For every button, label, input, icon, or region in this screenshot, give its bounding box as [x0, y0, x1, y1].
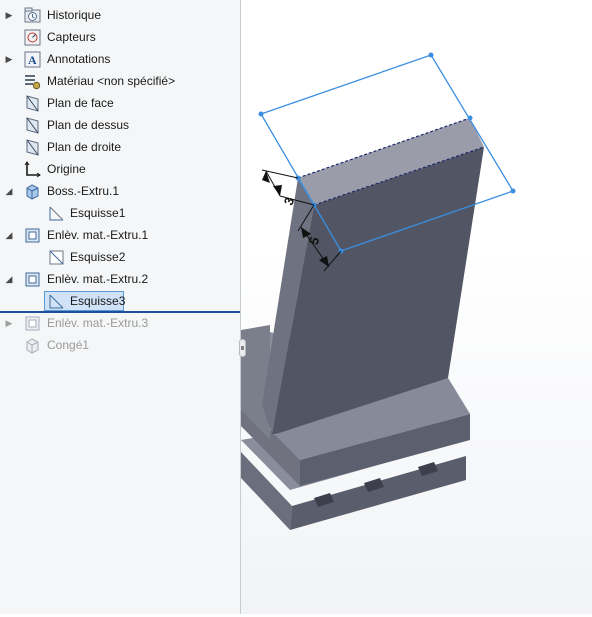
- tree-item-label: Enlèv. mat.-Extru.3: [47, 316, 149, 330]
- annotations-icon: A: [24, 51, 41, 68]
- tree-item-label: Plan de droite: [47, 140, 122, 154]
- tree-item-label: Plan de dessus: [47, 118, 130, 132]
- collapse-arrow-icon[interactable]: ◢: [4, 273, 14, 285]
- tree-item-boss-extrude-1[interactable]: ◢ Boss.-Extru.1: [0, 180, 240, 202]
- sketch-point[interactable]: [510, 188, 516, 194]
- tree-item-materiau[interactable]: Matériau <non spécifié>: [0, 70, 240, 92]
- tree-item-plan-de-face[interactable]: Plan de face: [0, 92, 240, 114]
- sketch-icon: [48, 249, 65, 266]
- material-icon: [24, 73, 41, 90]
- expand-arrow-icon[interactable]: ▶: [4, 317, 14, 329]
- collapse-arrow-icon[interactable]: ◢: [4, 229, 14, 241]
- feature-manager-tree: ▶ Historique Capteurs ▶ A Annotations Ma…: [0, 0, 241, 614]
- model-canvas[interactable]: 3 5: [241, 0, 592, 614]
- tree-item-label: Matériau <non spécifié>: [47, 74, 176, 88]
- tree-item-label: Congé1: [47, 338, 90, 352]
- cut-extrude-icon: [24, 315, 41, 332]
- sketch-point[interactable]: [258, 111, 264, 117]
- plane-icon: [24, 95, 41, 112]
- sensors-icon: [24, 29, 41, 46]
- svg-text:A: A: [28, 53, 37, 67]
- cut-extrude-icon: [24, 271, 41, 288]
- tree-item-label: Esquisse2: [70, 250, 126, 264]
- tree-item-label: Boss.-Extru.1: [47, 184, 120, 198]
- tree-item-capteurs[interactable]: Capteurs: [0, 26, 240, 48]
- tree-item-label: Enlèv. mat.-Extru.1: [47, 228, 149, 242]
- sketch-point[interactable]: [428, 52, 434, 58]
- panel-splitter-handle[interactable]: [239, 339, 246, 357]
- tree-item-esquisse1[interactable]: Esquisse1: [0, 202, 240, 224]
- boss-extrude-icon: [24, 183, 41, 200]
- history-folder-icon: [24, 7, 41, 24]
- expand-arrow-icon[interactable]: ▶: [4, 53, 14, 65]
- dimension-value[interactable]: 3: [281, 195, 298, 207]
- tree-item-cut-extrude-1[interactable]: ◢ Enlèv. mat.-Extru.1: [0, 224, 240, 246]
- plane-icon: [24, 117, 41, 134]
- tree-item-historique[interactable]: ▶ Historique: [0, 4, 240, 26]
- tree-item-conge1[interactable]: Congé1: [0, 334, 240, 356]
- tree-item-label: Esquisse3: [70, 294, 126, 308]
- tree-item-label: Capteurs: [47, 30, 96, 44]
- tree-item-annotations[interactable]: ▶ A Annotations: [0, 48, 240, 70]
- origin-icon: [24, 161, 41, 178]
- sketch-icon: [48, 205, 65, 222]
- arrowhead: [273, 185, 282, 196]
- tree-item-plan-de-dessus[interactable]: Plan de dessus: [0, 114, 240, 136]
- tree-item-label: Enlèv. mat.-Extru.2: [47, 272, 149, 286]
- plane-icon: [24, 139, 41, 156]
- tree-item-esquisse3[interactable]: Esquisse3: [0, 290, 240, 312]
- tree-item-label: Historique: [47, 8, 102, 22]
- tree-item-esquisse2[interactable]: Esquisse2: [0, 246, 240, 268]
- grip-dot: [241, 346, 244, 350]
- cut-extrude-icon: [24, 227, 41, 244]
- expand-arrow-icon[interactable]: ▶: [4, 9, 14, 21]
- tree-item-cut-extrude-3[interactable]: ▶ Enlèv. mat.-Extru.3: [0, 312, 240, 334]
- tree-item-label: Origine: [47, 162, 86, 176]
- sketch-icon: [48, 293, 65, 310]
- tree-item-cut-extrude-2[interactable]: ◢ Enlèv. mat.-Extru.2: [0, 268, 240, 290]
- sketch-point[interactable]: [467, 115, 473, 121]
- fillet-icon: [24, 337, 41, 354]
- tree-item-label: Esquisse1: [70, 206, 126, 220]
- tree-item-label: Annotations: [47, 52, 111, 66]
- graphics-viewport[interactable]: 3 5: [241, 0, 592, 614]
- tree-item-label: Plan de face: [47, 96, 114, 110]
- tree-item-origine[interactable]: Origine: [0, 158, 240, 180]
- tree-item-plan-de-droite[interactable]: Plan de droite: [0, 136, 240, 158]
- collapse-arrow-icon[interactable]: ◢: [4, 185, 14, 197]
